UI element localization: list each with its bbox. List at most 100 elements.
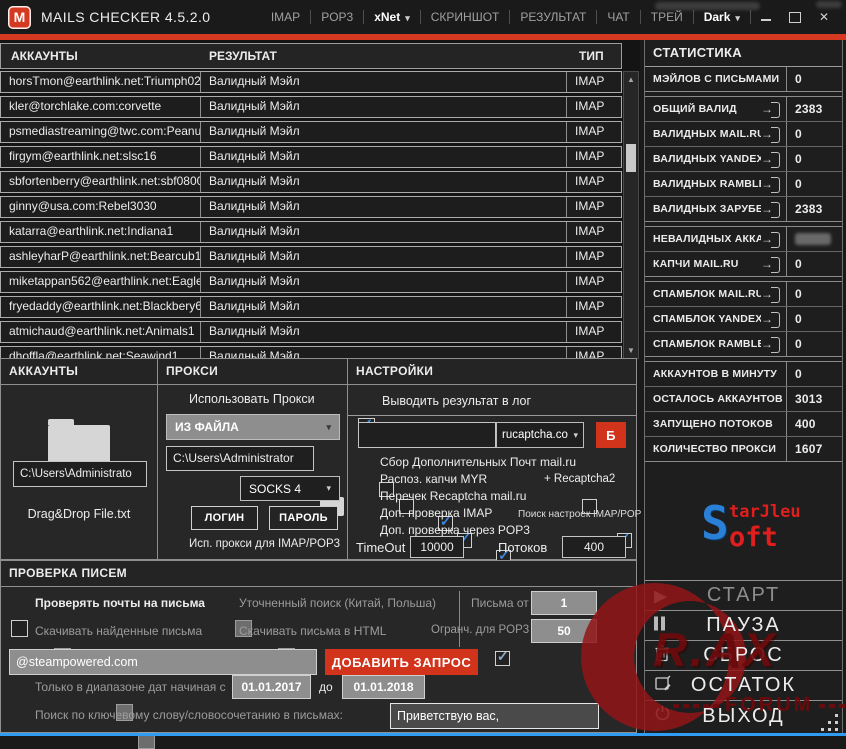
save-remainder-icon [654, 675, 672, 697]
account-cell: atmichaud@earthlink.net:Animals1 [9, 324, 195, 338]
table-row[interactable]: katarra@earthlink.net:Indiana1 Валидный … [0, 221, 622, 243]
menu-item-imap[interactable]: IMAP [262, 10, 309, 24]
menu-item-result[interactable]: РЕЗУЛЬТАТ [511, 10, 595, 24]
export-icon[interactable]: → [761, 176, 781, 193]
proxy-file-path[interactable]: C:\Users\Administrator [166, 446, 314, 471]
result-cell: Валидный Мэйл [200, 72, 566, 92]
threads-input[interactable] [562, 536, 626, 558]
keyword-input[interactable] [390, 703, 599, 729]
export-icon[interactable]: → [761, 126, 781, 143]
exit-button[interactable]: ВЫХОД [645, 701, 842, 731]
export-icon[interactable]: → [761, 256, 781, 273]
check-icon: ✓ [496, 648, 509, 664]
proxy-panel: ПРОКСИ ✓ Использовать Прокси ИЗ ФАЙЛА▾ C… [157, 358, 348, 622]
add-query-button[interactable]: ДОБАВИТЬ ЗАПРОС [325, 649, 478, 675]
scroll-down-icon[interactable]: ▼ [624, 346, 638, 355]
export-icon[interactable]: → [761, 101, 781, 118]
query-input[interactable] [9, 649, 317, 675]
stat-row: ЗАПУЩЕНО ПОТОКОВ 400 [645, 412, 842, 437]
menu-item-xnet[interactable]: xNet ▾ [365, 10, 419, 24]
table-row[interactable]: ashleyharP@earthlink.net:Bearcub1 Валидн… [0, 246, 622, 268]
remainder-button[interactable]: ОСТАТОК [645, 671, 842, 701]
stat-row: ВАЛИДНЫХ YANDEX.RU → 0 [645, 147, 842, 172]
result-cell: Валидный Мэйл [200, 197, 566, 217]
proxy-source-select[interactable]: ИЗ ФАЙЛА ▾ [166, 414, 340, 440]
table-row[interactable]: kler@torchlake.com:corvette Валидный Мэй… [0, 96, 622, 118]
table-body: horsTmon@earthlink.net:Triumph02 Валидны… [0, 71, 622, 359]
pause-button[interactable]: ПАУЗА [645, 611, 842, 641]
export-icon[interactable]: → [761, 286, 781, 303]
reset-button[interactable]: СБРОС [645, 641, 842, 671]
theme-select[interactable]: Dark ▾ [695, 10, 749, 24]
stat-row: ОБЩИЙ ВАЛИД → 2383 [645, 97, 842, 122]
header-type: ТИП [579, 49, 604, 63]
table-row[interactable]: atmichaud@earthlink.net:Animals1 Валидны… [0, 321, 622, 343]
table-row[interactable]: horsTmon@earthlink.net:Triumph02 Валидны… [0, 71, 622, 93]
resize-grip[interactable] [821, 711, 841, 731]
type-cell: IMAP [566, 97, 621, 117]
timeout-input[interactable] [410, 536, 464, 558]
table-row[interactable]: firgym@earthlink.net:slsc16 Валидный Мэй… [0, 146, 622, 168]
result-cell: Валидный Мэйл [200, 222, 566, 242]
account-cell: ashleyharP@earthlink.net:Bearcub1 [9, 249, 200, 263]
stat-row: ВАЛИДНЫХ RAMBLER.RU → 0 [645, 172, 842, 197]
date-from-input[interactable] [232, 675, 311, 699]
balance-button[interactable]: Б [596, 422, 626, 448]
scroll-up-icon[interactable]: ▲ [624, 75, 638, 84]
action-buttons: ▶ СТАРТ ПАУЗА СБРОС ОСТАТОК ВЫХОД [645, 580, 842, 734]
dragdrop-hint: Drag&Drop File.txt [27, 507, 131, 521]
result-cell: Валидный Мэйл [200, 147, 566, 167]
captcha-service-select[interactable]: rucaptcha.co ▾ [496, 422, 584, 448]
export-icon[interactable]: → [761, 151, 781, 168]
pop3-check-label: Доп. проверка через POP3 [380, 523, 530, 537]
menu-item-pop3[interactable]: POP3 [312, 10, 362, 24]
result-cell: Валидный Мэйл [200, 297, 566, 317]
date-to-input[interactable] [342, 675, 425, 699]
pause-icon [654, 616, 668, 635]
check-letters-checkbox[interactable] [11, 620, 28, 637]
keyword-search-label: Поиск по ключевому слову/словосочетанию … [35, 708, 343, 722]
stat-row: МЭЙЛОВ С ПИСЬМАМИ 0 [645, 67, 842, 91]
proxy-login-button[interactable]: ЛОГИН [191, 506, 258, 530]
maximize-button[interactable] [780, 11, 810, 23]
scrollbar-thumb[interactable] [626, 144, 636, 172]
chevron-down-icon: ▾ [326, 421, 331, 432]
stat-row: СПАМБЛОК MAIL.RU → 0 [645, 282, 842, 307]
menu-item-screenshot[interactable]: СКРИНШОТ [422, 10, 509, 24]
chevron-down-icon: ▾ [405, 13, 410, 23]
proxy-password-button[interactable]: ПАРОЛЬ [269, 506, 338, 530]
check-letters-label: Проверять почты на письма [35, 596, 205, 610]
table-scrollbar[interactable]: ▲ ▼ [623, 71, 639, 359]
export-icon[interactable]: → [761, 311, 781, 328]
download-found-label: Скачивать найденные письма [35, 624, 203, 638]
export-icon[interactable]: → [761, 231, 781, 248]
minimize-icon [760, 19, 771, 21]
type-cell: IMAP [566, 72, 621, 92]
table-row[interactable]: miketappan562@earthlink.net:Eagle5 Валид… [0, 271, 622, 293]
table-row[interactable]: sbfortenberry@earthlink.net:sbf0800 Вали… [0, 171, 622, 193]
table-row[interactable]: ginny@usa.com:Rebel3030 Валидный Мэйл IM… [0, 196, 622, 218]
accounts-file-path[interactable]: C:\Users\Administrato [13, 461, 147, 487]
table-row[interactable]: fryedaddy@earthlink.net:Blackbery69 Вали… [0, 296, 622, 318]
menu-item-tray[interactable]: ТРЕЙ [642, 10, 692, 24]
stats-group: ОБЩИЙ ВАЛИД → 2383 ВАЛИДНЫХ MAIL.RU → 0 … [645, 96, 842, 222]
menu-item-chat[interactable]: ЧАТ [598, 10, 638, 24]
close-button[interactable]: ✕ [810, 10, 838, 24]
proxy-type-select[interactable]: SOCKS 4 ▾ [240, 476, 340, 501]
type-cell: IMAP [566, 272, 621, 292]
accounts-panel-header: АККАУНТЫ [1, 359, 157, 385]
log-label: Выводить результат в лог [382, 394, 532, 408]
proxy-imap-pop3-label: Исп. прокси для IMAP/POP3 [189, 538, 341, 550]
export-icon[interactable]: → [761, 336, 781, 353]
pop3-limit-input[interactable] [531, 619, 597, 643]
table-row[interactable]: psmediastreaming@twc.com:Peanut Валидный… [0, 121, 622, 143]
stat-row: ВАЛИДНЫХ MAIL.RU → 0 [645, 122, 842, 147]
export-icon[interactable]: → [761, 201, 781, 218]
menu-separator [509, 10, 511, 24]
start-button[interactable]: ▶ СТАРТ [645, 581, 842, 611]
stat-row: АККАУНТОВ В МИНУТУ 0 [645, 362, 842, 387]
minimize-button[interactable] [752, 13, 780, 21]
captcha-key-input[interactable] [358, 422, 496, 448]
pop3-limit-checkbox[interactable]: ✓ [494, 648, 510, 666]
letters-from-input[interactable] [531, 591, 597, 615]
